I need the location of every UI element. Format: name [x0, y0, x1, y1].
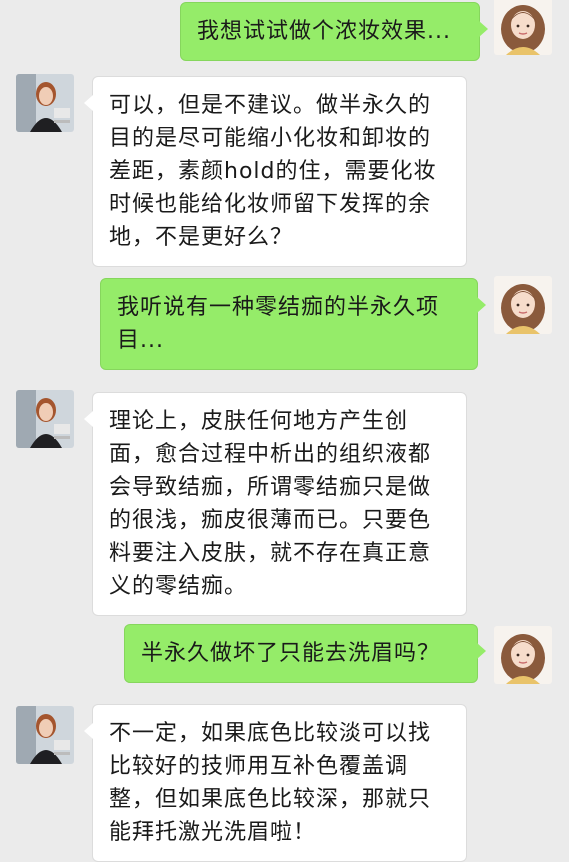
- message-bubble[interactable]: 理论上，皮肤任何地方产生创面，愈合过程中析出的组织液都会导致结痂，所谓零结痂只是…: [84, 392, 467, 616]
- message-bubble[interactable]: 不一定，如果底色比较淡可以找比较好的技师用互补色覆盖调整，但如果底色比较深，那就…: [84, 704, 467, 862]
- artist-avatar[interactable]: [16, 390, 74, 448]
- message-bubble[interactable]: 我想试试做个浓妆效果...: [180, 2, 488, 61]
- chat-conversation: 我想试试做个浓妆效果... 可以，但是不建议。做半永久的目的是尽可能缩小化妆和卸…: [0, 0, 569, 862]
- message-bubble[interactable]: 我听说有一种零结痂的半永久项目...: [100, 278, 486, 370]
- message-bubble[interactable]: 可以，但是不建议。做半永久的目的是尽可能缩小化妆和卸妆的差距，素颜hold的住，…: [84, 76, 467, 267]
- user-avatar[interactable]: [494, 626, 552, 684]
- artist-avatar[interactable]: [16, 74, 74, 132]
- user-avatar[interactable]: [494, 0, 552, 55]
- artist-avatar[interactable]: [16, 706, 74, 764]
- user-avatar[interactable]: [494, 276, 552, 334]
- message-bubble[interactable]: 半永久做坏了只能去洗眉吗？: [124, 624, 486, 683]
